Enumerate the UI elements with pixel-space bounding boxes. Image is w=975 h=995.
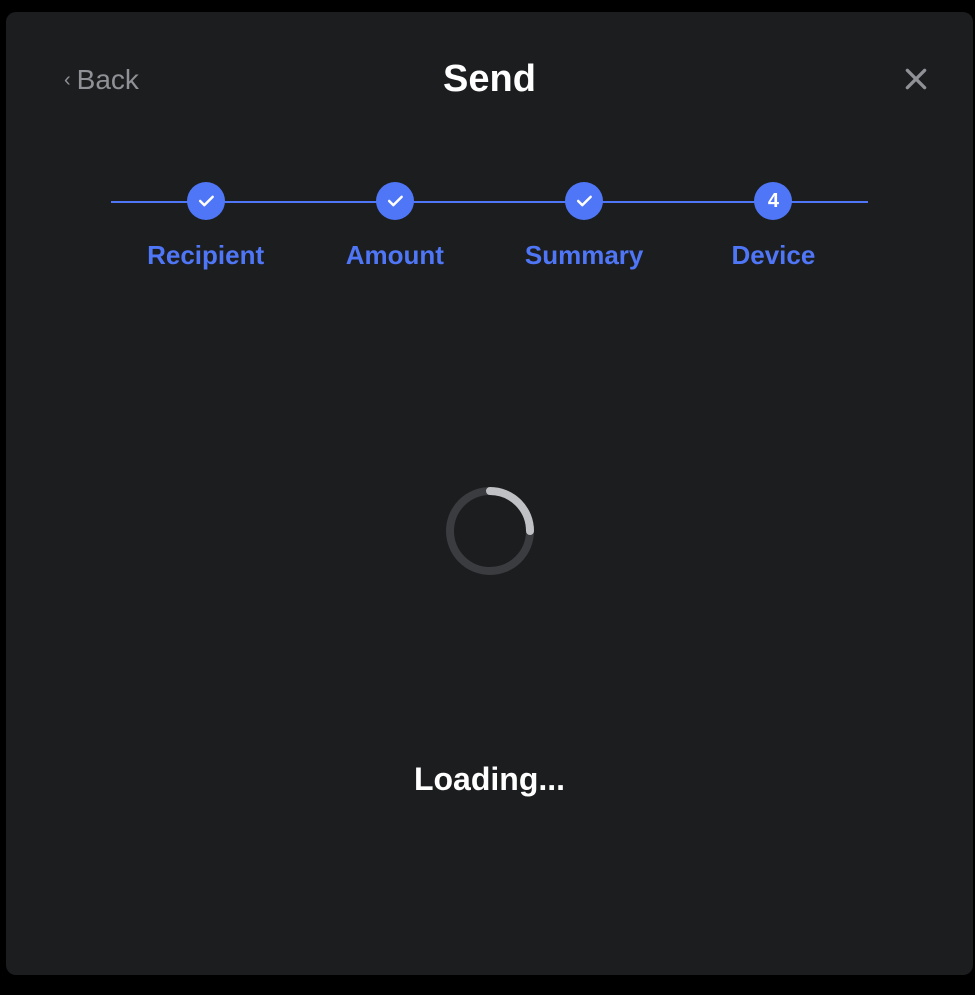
step-summary: Summary: [490, 182, 679, 271]
modal-header: ‹ Back Send: [56, 52, 923, 112]
close-icon: [903, 66, 929, 92]
check-icon: [196, 191, 216, 211]
modal-title: Send: [56, 58, 923, 101]
step-label: Device: [731, 240, 815, 271]
step-label: Amount: [346, 240, 444, 271]
step-circle-current: 4: [754, 182, 792, 220]
step-circle-done: [376, 182, 414, 220]
step-amount: Amount: [300, 182, 489, 271]
step-recipient: Recipient: [111, 182, 300, 271]
loading-area: Loading...: [56, 481, 923, 798]
stepper: Recipient Amount Summary: [56, 182, 923, 271]
check-icon: [385, 191, 405, 211]
step-label: Recipient: [147, 240, 264, 271]
send-modal: ‹ Back Send Recipient: [6, 12, 973, 975]
step-device: 4 Device: [679, 182, 868, 271]
loading-text: Loading...: [414, 761, 565, 798]
step-circle-done: [565, 182, 603, 220]
check-icon: [574, 191, 594, 211]
spinner-icon: [440, 481, 540, 581]
step-circle-done: [187, 182, 225, 220]
close-button[interactable]: [903, 66, 933, 96]
step-number: 4: [768, 190, 779, 213]
step-label: Summary: [525, 240, 644, 271]
